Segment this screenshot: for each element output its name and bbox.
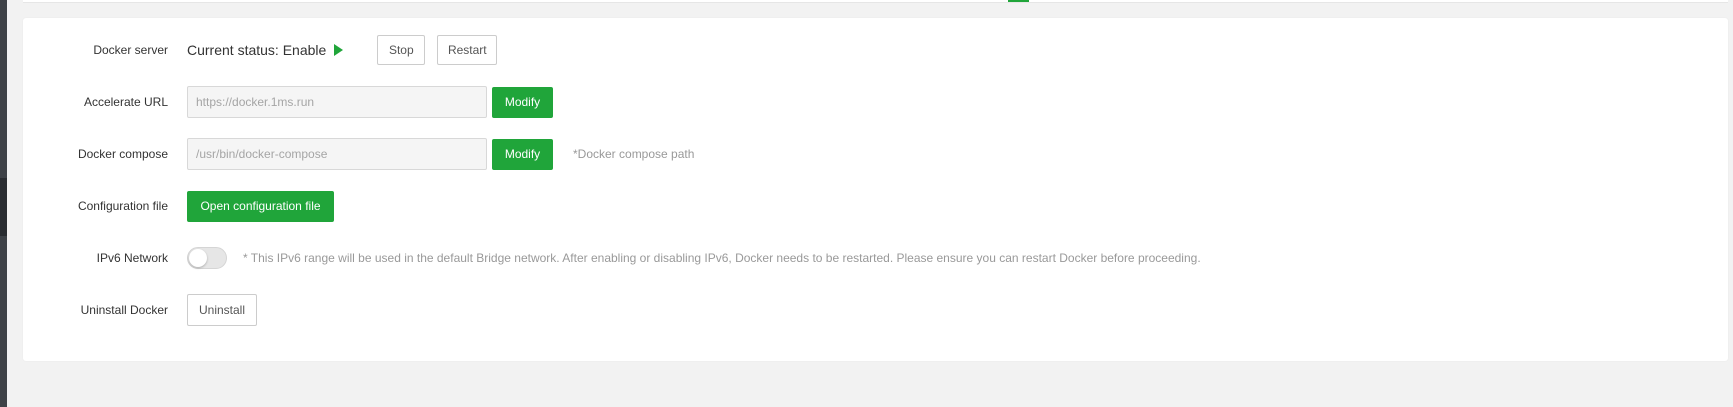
uninstall-docker-row: Uninstall Docker Uninstall [23, 293, 257, 327]
accelerate-url-label: Accelerate URL [83, 95, 168, 109]
stop-button[interactable]: Stop [377, 35, 426, 65]
ipv6-network-label: IPv6 Network [96, 251, 168, 265]
modify-docker-compose-button[interactable]: Modify [492, 138, 553, 170]
modify-accelerate-url-button[interactable]: Modify [492, 86, 553, 118]
docker-server-label: Docker server [93, 43, 168, 57]
accelerate-url-row: Accelerate URL Modify [23, 85, 553, 119]
ipv6-network-hint: * This IPv6 range will be used in the de… [243, 251, 1201, 265]
docker-status-text: Current status: Enable [187, 42, 327, 58]
left-sidebar-edge [0, 0, 7, 407]
restart-button[interactable]: Restart [437, 35, 498, 65]
configuration-file-label: Configuration file [77, 199, 168, 213]
configuration-file-row: Configuration file Open configuration fi… [23, 189, 334, 223]
accelerate-url-input[interactable] [187, 86, 487, 118]
uninstall-button[interactable]: Uninstall [187, 294, 257, 326]
ipv6-network-row: IPv6 Network * This IPv6 range will be u… [23, 241, 1201, 275]
open-configuration-file-button[interactable]: Open configuration file [187, 190, 334, 222]
tab-bar-card [23, 0, 1728, 3]
docker-compose-hint: *Docker compose path [573, 147, 695, 161]
docker-compose-row: Docker compose Modify *Docker compose pa… [23, 137, 694, 171]
uninstall-docker-content: Uninstall [187, 294, 257, 326]
sidebar-edge-marker [0, 178, 7, 236]
docker-settings-panel: Docker server Current status: Enable Sto… [23, 18, 1728, 361]
docker-compose-content: Modify *Docker compose path [187, 138, 694, 170]
uninstall-docker-label: Uninstall Docker [80, 303, 168, 317]
docker-compose-path-input[interactable] [187, 138, 487, 170]
docker-compose-label: Docker compose [77, 147, 168, 161]
configuration-file-content: Open configuration file [187, 190, 334, 222]
docker-server-content: Current status: Enable Stop Restart [187, 35, 498, 65]
play-icon [334, 44, 344, 56]
accelerate-url-content: Modify [187, 86, 553, 118]
docker-server-row: Docker server Current status: Enable Sto… [23, 33, 498, 67]
ipv6-toggle-knob [189, 249, 207, 267]
active-tab-indicator [1008, 0, 1029, 2]
ipv6-network-content: * This IPv6 range will be used in the de… [187, 247, 1201, 269]
ipv6-toggle[interactable] [187, 247, 227, 269]
